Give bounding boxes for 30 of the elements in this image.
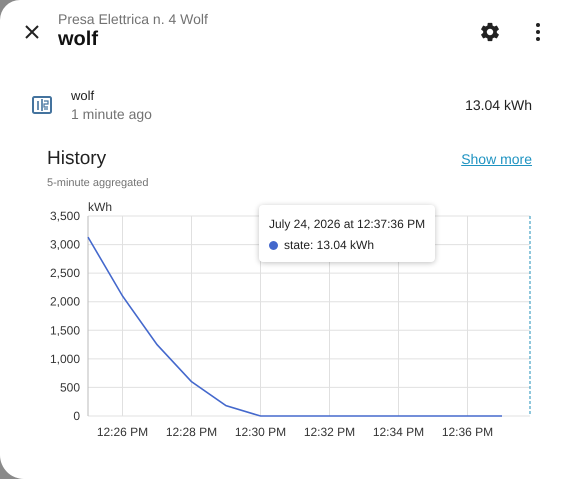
y-axis-label: 1,500 <box>50 323 80 338</box>
y-axis-label: 2,000 <box>50 294 80 309</box>
x-axis-label: 12:30 PM <box>234 425 286 439</box>
section-subtitle: 5-minute aggregated <box>47 177 150 189</box>
section-title: History <box>47 148 108 170</box>
x-axis-label: 12:36 PM <box>442 425 494 439</box>
y-axis-label: 500 <box>60 380 80 394</box>
series-dot <box>269 240 278 250</box>
dialog-title: wolf <box>58 28 100 51</box>
tooltip-value: state: 13.04 kWh <box>284 238 374 252</box>
x-axis-label: 12:28 PM <box>166 425 218 439</box>
x-axis-label: 12:32 PM <box>304 425 356 439</box>
entity-name: wolf <box>71 88 96 103</box>
more-icon <box>536 23 540 41</box>
close-icon <box>24 24 40 40</box>
x-axis-label: 12:34 PM <box>372 425 424 439</box>
settings-icon <box>479 21 501 43</box>
number-icon <box>32 96 52 114</box>
dialog-subtitle: Presa Elettrica n. 4 Wolf <box>58 11 209 27</box>
axis-unit: kWh <box>88 200 112 214</box>
x-axis-label: 12:26 PM <box>96 425 148 439</box>
y-axis-label: 1,000 <box>50 352 80 366</box>
y-axis-label: 3,000 <box>50 238 80 252</box>
y-axis-label: 2,500 <box>50 266 80 280</box>
entity-state: 13.04 kWh <box>465 97 532 113</box>
tooltip-time: July 24, 2026 at 12:37:36 PM <box>269 217 426 231</box>
y-axis-label: 0 <box>73 409 80 423</box>
y-axis-label: 3,500 <box>50 209 80 223</box>
show-more-link[interactable]: Show more <box>461 151 532 167</box>
last-updated: 1 minute ago <box>71 106 153 122</box>
